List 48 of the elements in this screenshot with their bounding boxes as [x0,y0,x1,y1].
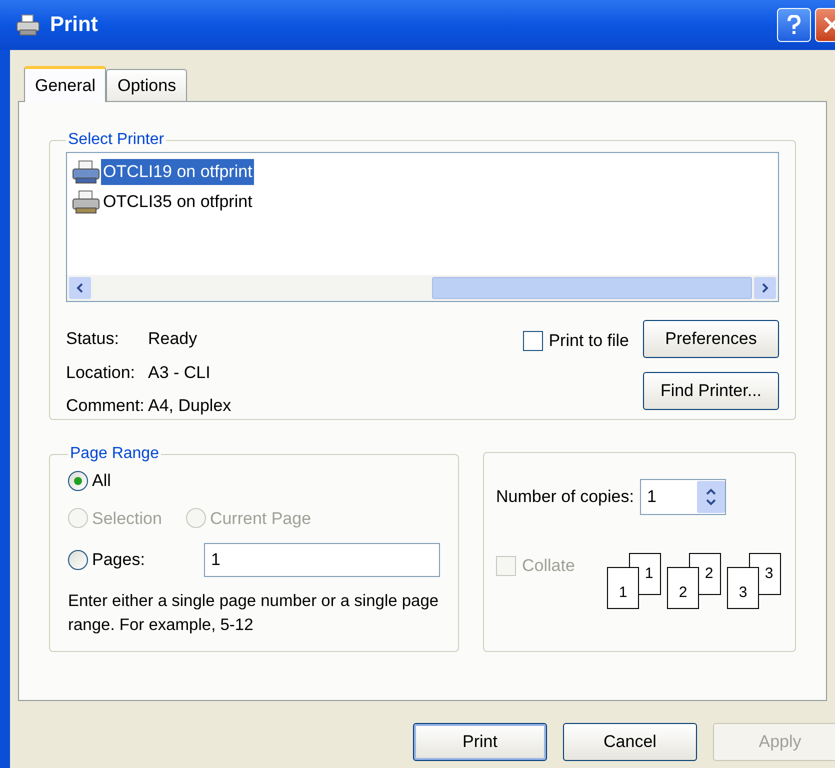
printer-icon [71,189,101,215]
page-number: 3 [738,582,748,602]
radio-label: All [92,470,111,492]
spin-button[interactable] [696,481,725,513]
info-value: A4, Duplex [148,395,232,417]
page-number: 1 [618,582,628,602]
radio-label: Selection [92,508,162,530]
radio-button[interactable] [68,470,88,491]
page-number: 2 [678,582,688,602]
scroll-left-button[interactable] [69,277,91,299]
info-label: Comment: [66,395,146,417]
group-title: Select Printer [67,130,166,150]
printer-item[interactable]: OTCLI19 on otfprint [101,159,254,185]
printer-icon [16,14,40,36]
radio-label: Pages: [92,549,145,572]
page-number: 1 [644,564,654,584]
copies-value: 1 [646,486,658,508]
window-title: Print [50,12,98,38]
printer-icon [71,159,101,185]
radio-button[interactable] [68,550,88,570]
up-down-arrows-icon [704,487,717,507]
radio-label: Current Page [210,508,312,530]
tab[interactable]: General [24,66,106,102]
dialog-button[interactable]: Cancel [563,723,697,761]
dialog-button[interactable]: Preferences [643,320,779,358]
scroll-thumb[interactable] [432,277,752,299]
scroll-right-button[interactable] [754,277,776,299]
printer-item[interactable]: OTCLI35 on otfprint [101,189,254,215]
tab[interactable]: Options [106,69,188,101]
page-number: 2 [704,564,714,584]
dialog-button[interactable]: Find Printer... [643,372,779,410]
info-value: Ready [148,328,198,350]
info-label: Status: [66,328,120,350]
horizontal-scrollbar[interactable] [67,275,778,301]
pages-field[interactable]: 1 [204,543,440,577]
copies-spinner[interactable]: 1 [640,479,726,515]
help-icon [787,15,801,35]
page-number: 3 [764,564,774,584]
help-button[interactable] [777,8,811,42]
group-title: Page Range [69,444,160,464]
info-value: A3 - CLI [148,362,210,384]
checkbox[interactable] [522,330,543,351]
checkbox-label: Collate [522,555,575,577]
hint-text: Enter either a single page number or a single page range. For example, 5-12 [68,591,440,636]
dialog-button[interactable]: Print [413,723,547,761]
checkbox-label: Print to file [548,330,629,352]
info-label: Location: [66,362,136,384]
copies-label: Number of copies: [496,486,634,508]
